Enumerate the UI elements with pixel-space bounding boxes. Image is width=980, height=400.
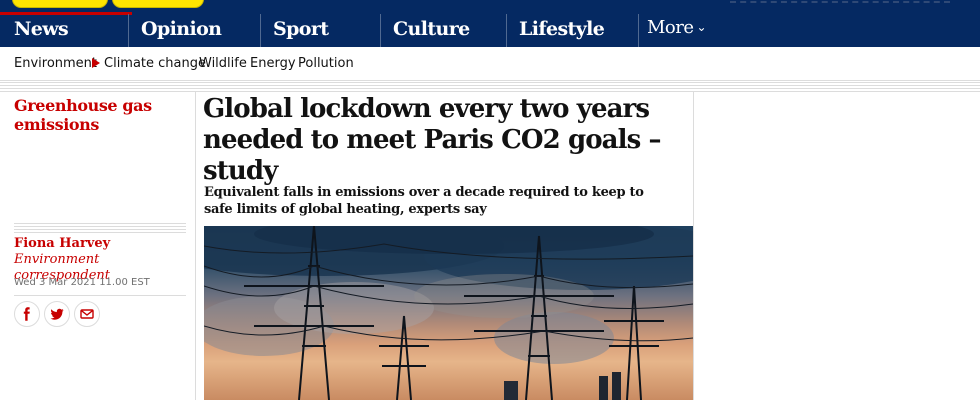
chevron-down-icon: ⌄ — [696, 20, 707, 34]
twitter-icon — [50, 308, 64, 320]
article-headline: Global lockdown every two years needed t… — [203, 94, 661, 186]
subnav-item-climate-change[interactable]: Climate change — [104, 56, 206, 71]
nav-item-culture[interactable]: Culture — [380, 14, 506, 47]
nav-more-label: More — [647, 17, 694, 38]
support-button[interactable] — [12, 0, 108, 8]
top-header: News Opinion Sport Culture Lifestyle Mor… — [0, 0, 980, 47]
section-subnav: Environment Climate change Wildlife Ener… — [0, 47, 980, 81]
subnav-item-pollution[interactable]: Pollution — [298, 56, 354, 71]
nav-more-menu[interactable]: More ⌄ — [638, 14, 738, 47]
facebook-icon — [23, 307, 30, 321]
share-facebook-button[interactable] — [14, 301, 40, 327]
subnav-item-wildlife[interactable]: Wildlife — [199, 56, 247, 71]
series-kicker-link[interactable]: Greenhouse gas emissions — [14, 96, 184, 134]
article-standfirst: Equivalent falls in emissions over a dec… — [204, 185, 644, 217]
nav-item-sport[interactable]: Sport — [260, 14, 380, 47]
article-main-image — [204, 226, 693, 400]
nav-item-opinion[interactable]: Opinion — [128, 14, 260, 47]
column-divider — [195, 92, 196, 400]
share-twitter-button[interactable] — [44, 301, 70, 327]
author-link[interactable]: Fiona Harvey — [14, 236, 110, 251]
subnav-item-environment[interactable]: Environment — [14, 56, 97, 71]
divider — [14, 223, 186, 233]
subscribe-button[interactable] — [112, 0, 204, 8]
divider — [0, 82, 980, 92]
nav-item-news[interactable]: News — [0, 12, 132, 47]
primary-nav: News Opinion Sport Culture Lifestyle Mor… — [0, 12, 980, 47]
subnav-item-energy[interactable]: Energy — [250, 56, 296, 71]
nav-item-lifestyle[interactable]: Lifestyle — [506, 14, 638, 47]
publish-date: Wed 3 Mar 2021 11.00 EST — [14, 277, 150, 288]
email-icon — [80, 309, 94, 319]
header-link-underline — [730, 0, 950, 3]
current-section-arrow-icon — [92, 58, 100, 68]
divider — [14, 295, 186, 296]
share-email-button[interactable] — [74, 301, 100, 327]
power-pylons-illustration — [204, 226, 693, 400]
column-divider — [693, 92, 694, 400]
